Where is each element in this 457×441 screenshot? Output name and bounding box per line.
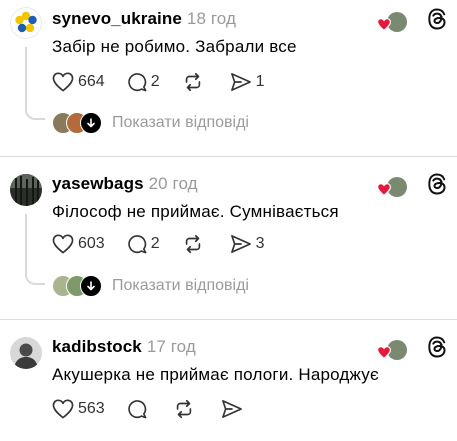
share-icon xyxy=(230,73,251,91)
thread-line xyxy=(25,47,27,105)
heart-icon xyxy=(52,72,74,92)
like-button[interactable]: 603 xyxy=(52,234,105,254)
heart-icon xyxy=(52,399,74,419)
comment-icon xyxy=(128,400,147,419)
liked-by-author-icon xyxy=(377,338,411,362)
threads-logo-icon[interactable] xyxy=(427,336,447,363)
comment-button[interactable]: 2 xyxy=(127,72,160,92)
username[interactable]: yasewbags 20 год xyxy=(52,174,198,194)
share-count: 3 xyxy=(255,235,265,252)
reply-avatars xyxy=(52,112,104,134)
like-count: 563 xyxy=(78,400,105,417)
post-right-icons xyxy=(377,336,447,363)
username[interactable]: kadibstock 17 год xyxy=(52,337,196,357)
like-count: 664 xyxy=(78,73,105,90)
avatar[interactable] xyxy=(10,174,42,206)
arrow-down-icon xyxy=(80,112,102,134)
show-replies-label[interactable]: Показати відповіді xyxy=(112,114,249,132)
share-icon xyxy=(230,235,251,253)
post-synevo-ukraine: synevo_ukraine 18 год Забір не робимо. За… xyxy=(0,0,457,155)
post-text: Забір не робимо. Забрали все xyxy=(52,37,297,56)
show-replies-button[interactable]: Показати відповіді xyxy=(52,274,249,298)
repost-icon xyxy=(185,234,200,254)
post-yasewbags: yasewbags 20 год Філософ не приймає. Сумн… xyxy=(0,157,457,315)
username-text[interactable]: yasewbags xyxy=(52,174,144,193)
comment-button[interactable] xyxy=(127,399,151,419)
repost-button[interactable] xyxy=(173,398,199,420)
repost-icon xyxy=(185,72,200,92)
repost-button[interactable] xyxy=(182,233,208,255)
liked-by-author-icon xyxy=(377,175,411,199)
share-count: 1 xyxy=(255,73,265,90)
threads-logo-icon[interactable] xyxy=(427,173,447,200)
like-count: 603 xyxy=(78,235,105,252)
threads-logo-icon[interactable] xyxy=(427,8,447,35)
post-actions: 664 2 1 xyxy=(52,70,287,94)
like-button[interactable]: 563 xyxy=(52,399,105,419)
reply-connector xyxy=(25,104,45,120)
show-replies-button[interactable]: Показати відповіді xyxy=(52,111,249,135)
reply-connector xyxy=(25,269,45,285)
show-replies-label[interactable]: Показати відповіді xyxy=(112,277,249,295)
repost-icon xyxy=(176,399,191,419)
post-right-icons xyxy=(377,8,447,35)
share-icon xyxy=(221,400,242,418)
comment-count: 2 xyxy=(150,235,160,252)
avatar[interactable] xyxy=(10,7,42,39)
post-text: Філософ не приймає. Сумнівається xyxy=(52,202,339,221)
post-kadibstock: kadibstock 17 год Акушерка не приймає пол… xyxy=(0,320,457,441)
username-text[interactable]: synevo_ukraine xyxy=(52,9,182,28)
post-time: 20 год xyxy=(148,174,198,193)
post-time: 18 год xyxy=(186,9,236,28)
share-button[interactable]: 1 xyxy=(230,72,265,92)
comment-button[interactable]: 2 xyxy=(127,234,160,254)
liked-by-author-icon xyxy=(377,10,411,34)
share-button[interactable] xyxy=(221,399,247,419)
arrow-down-icon xyxy=(80,275,102,297)
username[interactable]: synevo_ukraine 18 год xyxy=(52,9,236,29)
comment-icon xyxy=(128,235,147,254)
reply-avatars xyxy=(52,275,104,297)
post-right-icons xyxy=(377,173,447,200)
comment-count: 2 xyxy=(150,73,160,90)
share-button[interactable]: 3 xyxy=(230,234,265,254)
post-text: Акушерка не приймає пологи. Народжує xyxy=(52,365,379,384)
post-actions: 603 2 3 xyxy=(52,232,287,256)
username-text[interactable]: kadibstock xyxy=(52,337,142,356)
heart-icon xyxy=(52,234,74,254)
thread-line xyxy=(25,214,27,274)
repost-button[interactable] xyxy=(182,71,208,93)
post-time: 17 год xyxy=(146,337,196,356)
avatar[interactable] xyxy=(10,337,42,369)
comment-icon xyxy=(128,73,147,92)
post-actions: 563 xyxy=(52,397,269,421)
like-button[interactable]: 664 xyxy=(52,72,105,92)
